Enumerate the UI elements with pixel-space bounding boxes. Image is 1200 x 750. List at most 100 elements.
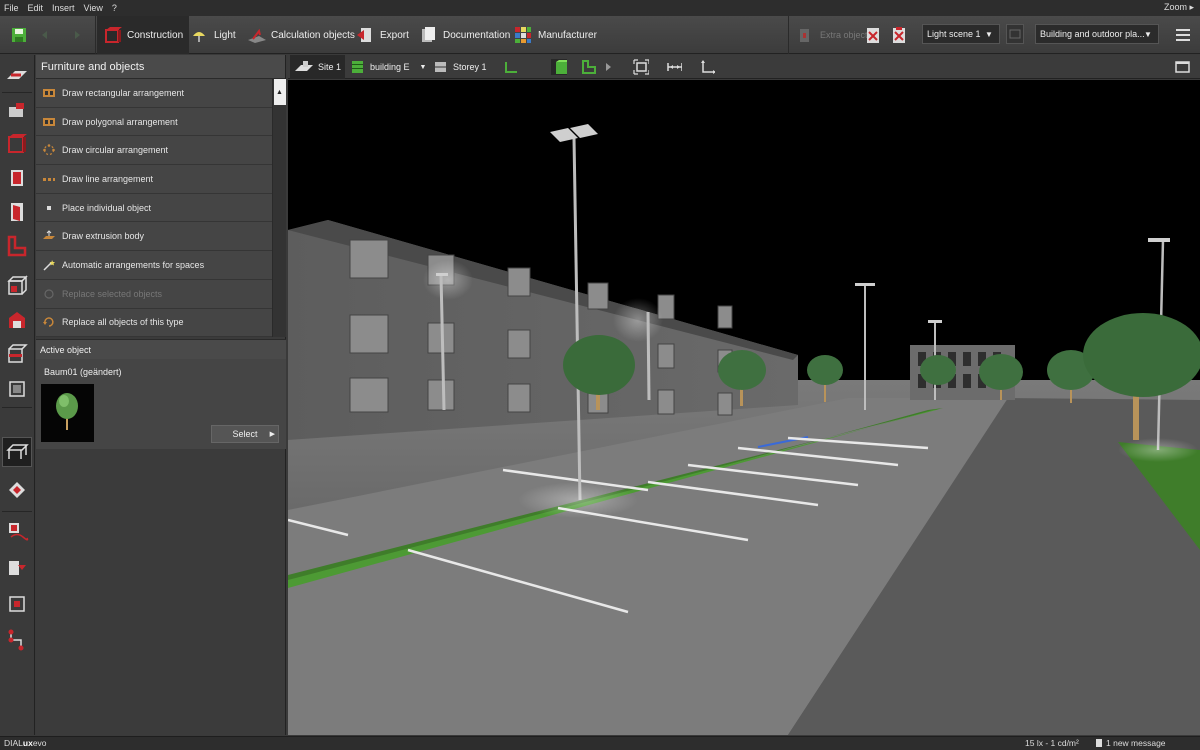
mode-calculation[interactable]: Calculation objects — [241, 16, 361, 54]
documentation-icon — [419, 26, 437, 44]
replace-selected-icon — [42, 288, 56, 300]
brand-suffix: evo — [32, 738, 47, 748]
tool-frame[interactable] — [2, 589, 32, 619]
list-item[interactable]: Replace selected objects — [36, 279, 272, 309]
storey-icon — [8, 344, 28, 363]
messages-button[interactable]: 1 new message — [1095, 738, 1166, 748]
tool-door[interactable] — [2, 197, 32, 227]
select-button-label: Select — [232, 429, 258, 439]
view-scope-select[interactable]: Building and outdoor pla... ▼ — [1035, 24, 1159, 44]
app-brand: DIALuxevo — [4, 738, 47, 748]
polygon-arrangement-icon — [42, 116, 56, 128]
zoom-menu[interactable]: Zoom ▸ — [1164, 2, 1194, 13]
redo-icon[interactable] — [66, 26, 84, 44]
tool-ceiling[interactable] — [2, 373, 32, 403]
breadcrumb-storey[interactable]: Storey 1 — [433, 55, 487, 79]
breadcrumb-site[interactable]: Site 1 — [290, 55, 346, 79]
extra-object-button[interactable]: Extra object — [798, 16, 868, 54]
list-item[interactable]: Draw circular arrangement — [36, 136, 272, 166]
menu-insert[interactable]: Insert — [52, 3, 75, 13]
delete-all-icon[interactable] — [892, 26, 910, 44]
list-item[interactable]: Draw line arrangement — [36, 165, 272, 194]
extra-object-label: Extra object — [820, 30, 868, 40]
mode-manufacturer-label: Manufacturer — [538, 29, 597, 41]
rect-arrangement-icon — [42, 87, 56, 99]
list-item-label: Replace selected objects — [62, 288, 163, 299]
tool-storey[interactable] — [2, 339, 32, 369]
coordinate-axes-icon[interactable] — [699, 59, 715, 75]
tool-box[interactable] — [2, 271, 32, 301]
tool-strip — [0, 55, 35, 735]
chevron-down-icon: ▼ — [419, 63, 427, 71]
floor-plan-icon[interactable] — [580, 59, 596, 75]
tree-preview-thumbnail — [41, 384, 94, 442]
tool-wall[interactable] — [2, 163, 32, 193]
view-scope-value: Building and outdoor pla... — [1040, 29, 1145, 39]
3d-view-icon[interactable] — [551, 59, 567, 75]
path-icon — [8, 629, 24, 651]
furniture-panel: Furniture and objects Draw rectangular a… — [36, 55, 286, 735]
view-toolbar: Site 1 building E ▼ Storey 1 — [288, 55, 1200, 79]
list-item[interactable]: Draw extrusion body — [36, 222, 272, 252]
scene-settings-button[interactable] — [1006, 24, 1024, 44]
tool-cut[interactable] — [2, 517, 32, 547]
menu-help[interactable]: ? — [112, 3, 117, 13]
materials-icon — [9, 482, 25, 498]
tool-room[interactable] — [2, 231, 32, 261]
breadcrumb-building[interactable]: building E ▼ — [350, 55, 426, 79]
mode-export[interactable]: Export — [350, 16, 415, 54]
3d-viewport[interactable] — [288, 80, 1200, 735]
list-item[interactable]: Automatic arrangements for spaces — [36, 251, 272, 280]
measure-icon[interactable] — [666, 59, 682, 75]
fit-view-icon[interactable] — [633, 59, 649, 75]
walls-icon — [8, 134, 27, 153]
mode-construction[interactable]: Construction — [97, 16, 190, 54]
panel-title: Furniture and objects — [36, 55, 285, 79]
tool-walls[interactable] — [2, 129, 32, 159]
mode-documentation-label: Documentation — [443, 29, 511, 41]
menu-view[interactable]: View — [84, 3, 103, 13]
save-icon[interactable] — [10, 26, 28, 44]
list-item-label: Place individual object — [62, 202, 152, 213]
site-icon — [7, 71, 27, 79]
brand-bold: ux — [22, 738, 33, 748]
tool-opening[interactable] — [2, 553, 32, 583]
mode-light[interactable]: Light — [184, 16, 242, 54]
menu-file[interactable]: File — [4, 3, 19, 13]
list-item[interactable]: Replace all objects of this type — [36, 308, 272, 338]
undo-icon[interactable] — [38, 26, 56, 44]
magic-wand-icon — [42, 259, 56, 271]
list-item[interactable]: Draw polygonal arrangement — [36, 107, 272, 137]
fullscreen-icon[interactable] — [1174, 59, 1190, 75]
tool-furniture[interactable] — [2, 437, 32, 467]
tool-building[interactable] — [2, 95, 32, 125]
tool-path[interactable] — [2, 625, 32, 655]
mode-documentation[interactable]: Documentation — [413, 16, 516, 54]
status-bar: DIALuxevo 15 lx - 1 cd/m² 1 new message — [0, 736, 1200, 750]
active-object-section: Baum01 (geändert) Select ▶ — [36, 359, 286, 449]
list-item[interactable]: Draw rectangular arrangement — [36, 79, 272, 108]
mode-construction-label: Construction — [127, 29, 184, 41]
breadcrumb-storey-label: Storey 1 — [453, 62, 487, 72]
layers-icon[interactable] — [503, 59, 519, 75]
mode-calculation-label: Calculation objects — [271, 29, 355, 41]
roof-icon — [9, 312, 25, 328]
list-item[interactable]: Place individual object — [36, 193, 272, 223]
tool-site[interactable] — [2, 59, 32, 89]
tool-roof[interactable] — [2, 305, 32, 335]
quick-actions — [0, 16, 96, 54]
light-scene-select[interactable]: Light scene 1 ▼ — [922, 24, 1000, 44]
menu-edit[interactable]: Edit — [28, 3, 44, 13]
delete-object-icon[interactable] — [866, 26, 884, 44]
select-object-button[interactable]: Select ▶ — [211, 425, 279, 443]
building-icon — [352, 61, 363, 73]
scroll-up-icon[interactable]: ▲ — [273, 79, 286, 105]
list-item-label: Draw circular arrangement — [62, 145, 169, 156]
tool-materials[interactable] — [2, 475, 32, 505]
main-toolbar: Construction Light Calculation objects E… — [0, 16, 1200, 54]
zoom-label: Zoom — [1163, 2, 1187, 12]
panel-scrollbar[interactable]: ▲ — [272, 79, 286, 337]
chevron-right-icon[interactable] — [604, 59, 620, 75]
menu-icon[interactable] — [1174, 26, 1192, 44]
mode-manufacturer[interactable]: Manufacturer — [508, 16, 603, 54]
